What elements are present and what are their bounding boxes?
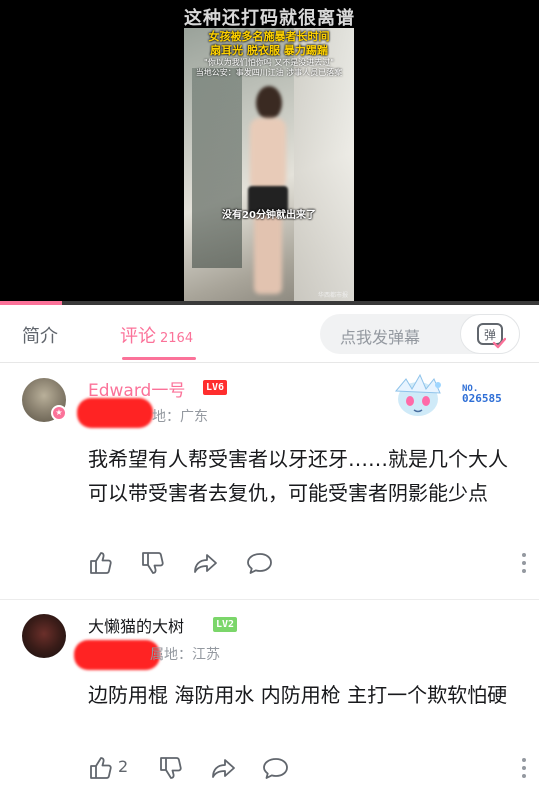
tab-comments-label: 评论	[120, 326, 156, 347]
fan-badge-icon	[394, 373, 441, 416]
overlay-headline-2: 扇耳光 脱衣服 暴力踢踹	[210, 43, 328, 57]
thumbs-down-icon	[142, 552, 164, 574]
overlay-headline-1: 女孩被多名施暴者长时间	[208, 30, 330, 43]
ip-location: 属地：江苏	[150, 647, 220, 663]
share-icon	[212, 759, 235, 778]
thumbs-up-icon	[90, 552, 112, 574]
share-icon	[194, 554, 217, 573]
dislike-button[interactable]	[158, 755, 184, 783]
share-button[interactable]	[210, 755, 238, 783]
tab-intro[interactable]: 简介	[22, 322, 58, 348]
video-top-caption: 这种还打码就很离谱	[184, 8, 355, 29]
comment-divider	[0, 599, 539, 600]
thumbs-down-icon	[160, 757, 182, 779]
comment-actions	[88, 550, 528, 578]
active-tab-indicator	[122, 357, 196, 360]
video-frame: 女孩被多名施暴者长时间 扇耳光 脱衣服 暴力踢踹 "你以为我们怕你吗 又不是没进…	[184, 28, 354, 305]
blurred-figure	[246, 86, 290, 296]
level-badge: LV2	[213, 617, 238, 632]
like-button[interactable]: 2	[88, 755, 128, 783]
danmaku-placeholder: 点我发弹幕	[340, 328, 421, 347]
avatar[interactable]	[22, 614, 66, 658]
video-player[interactable]: 这种还打码就很离谱 女孩被多名施暴者长时间 扇耳光 脱衣服 暴力踢踹 "你以为我…	[0, 0, 539, 305]
share-button[interactable]	[192, 550, 220, 578]
overlay-police-note: 当地公安：事发四川江油 涉事人员已落案	[195, 67, 343, 77]
reply-bubble-icon	[263, 758, 288, 779]
tab-comments[interactable]: 评论 2164	[120, 322, 193, 348]
like-button[interactable]	[88, 550, 114, 578]
dislike-button[interactable]	[140, 550, 166, 578]
video-news-overlay: 女孩被多名施暴者长时间 扇耳光 脱衣服 暴力踢踹 "你以为我们怕你吗 又不是没进…	[184, 28, 354, 78]
redaction-mark	[74, 640, 160, 670]
comment-text: 边防用棍 海防用水 内防用枪 主打一个欺软怕硬	[88, 683, 508, 707]
level-badge: LV6	[203, 380, 228, 395]
tab-comments-count: 2164	[160, 331, 194, 346]
redaction-mark	[77, 398, 153, 428]
reply-button[interactable]	[246, 550, 274, 578]
more-vertical-icon	[522, 553, 526, 573]
reply-button[interactable]	[262, 755, 290, 783]
danmaku-input[interactable]: 点我发弹幕 弹	[320, 314, 520, 354]
thumbs-up-icon	[90, 757, 112, 779]
more-options-button[interactable]	[520, 755, 528, 785]
ip-location: 地：广东	[152, 409, 208, 425]
vip-badge-icon: ★	[51, 405, 67, 421]
more-options-button[interactable]	[520, 550, 528, 580]
danmaku-icon: 弹	[477, 323, 506, 349]
like-count: 2	[118, 757, 129, 776]
video-watermark: 华西都市报	[317, 292, 348, 299]
reply-bubble-icon	[247, 553, 272, 574]
overlay-quote: "你以为我们怕你吗 又不是没进去过"	[204, 57, 334, 67]
comment-username[interactable]: 大懒猫的大树	[88, 613, 184, 637]
more-vertical-icon	[522, 758, 526, 778]
comment-text: 我希望有人帮受害者以牙还牙……就是几个大人可以带受害者去复仇，可能受害者阴影能少…	[88, 447, 508, 505]
danmaku-toggle-button[interactable]: 弹	[460, 314, 520, 354]
comment-actions: 2	[88, 755, 528, 783]
svg-text:弹: 弹	[484, 328, 496, 342]
video-subtitle: 没有20分钟就出来了	[222, 210, 316, 221]
fan-badge-number: NO. 026585	[462, 384, 502, 405]
tab-bar: 简介 评论 2164 点我发弹幕 弹	[0, 305, 539, 363]
